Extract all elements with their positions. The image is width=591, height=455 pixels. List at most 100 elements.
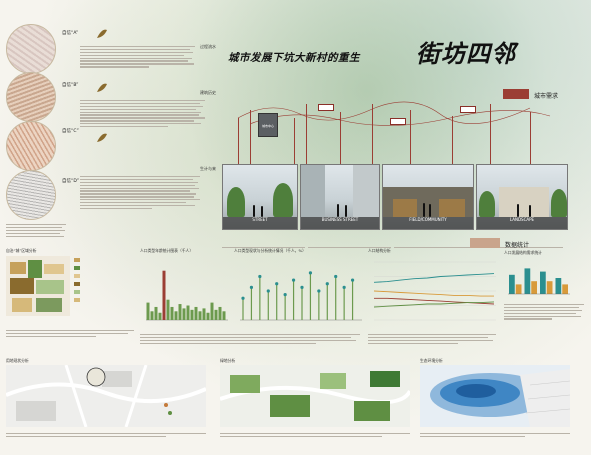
circle-map-c: [6, 121, 56, 171]
circle-map-b: [6, 72, 56, 122]
point: [308, 271, 313, 275]
map-land-use: [6, 365, 206, 427]
tag-a: 自信“A”: [62, 31, 79, 36]
map-ecology: [420, 365, 570, 427]
bar: [555, 278, 562, 294]
person: [345, 205, 347, 217]
leaf-ornament-icon: [97, 133, 107, 142]
connector-pin: [318, 104, 334, 111]
bar: [214, 309, 218, 320]
pavilion: [499, 187, 549, 217]
bar: [524, 268, 531, 294]
point: [258, 274, 262, 279]
point: [350, 278, 355, 282]
circle-map-a: [6, 24, 56, 74]
bar: [186, 305, 190, 320]
section-accent: [503, 89, 529, 99]
population-dot-chart: [240, 271, 362, 321]
leaf-ornament-icon: [97, 29, 107, 38]
bar: [198, 311, 202, 320]
small-bar-chart: [508, 268, 570, 295]
section-data-stats: 数据统计: [505, 242, 530, 249]
bar: [194, 306, 198, 320]
chart-title-land-use: 自治“城”区域分析: [6, 248, 37, 253]
tree: [273, 183, 293, 217]
tree: [551, 189, 567, 217]
connector-pin: [390, 118, 406, 125]
logo-title: 街坊四邻: [416, 39, 516, 68]
text-block-4: [6, 224, 66, 238]
bar: [562, 284, 568, 294]
bar: [222, 311, 226, 320]
bar: [182, 308, 186, 320]
land-use-legend: [74, 258, 80, 302]
side-note-3: 生计与来: [200, 166, 216, 171]
headline: 城市发展下坑大新村的重生: [228, 52, 360, 64]
bar: [218, 306, 222, 320]
map-title-1: 用地现状分析: [6, 358, 29, 363]
leaf-ornament-icon: [97, 83, 107, 92]
point: [275, 282, 279, 286]
photo-caption: BUSINESS STREET: [301, 217, 379, 229]
text-map-2: [220, 433, 410, 439]
person: [253, 205, 255, 217]
series-line: [373, 301, 495, 308]
point: [334, 274, 338, 279]
point: [283, 293, 287, 297]
bar: [531, 281, 537, 294]
series-line: [373, 273, 495, 283]
trend-line-chart: [373, 261, 496, 321]
photo-community: FIELD/COMMUNITY: [382, 164, 474, 230]
point: [241, 296, 245, 300]
chart-title-population: 人口类型年龄统计图表（千人）: [140, 248, 194, 253]
bar: [170, 306, 174, 320]
bar: [166, 299, 170, 320]
text-chart-4: [504, 304, 584, 321]
point: [249, 285, 254, 289]
chart-title-pop-2: 人口类型现状与分析统计情况（千人，%）: [234, 248, 306, 253]
bar: [158, 312, 162, 320]
bar: [178, 304, 182, 320]
bar: [146, 302, 150, 320]
bar: [150, 311, 154, 320]
building: [353, 165, 379, 217]
text-chart-3: [368, 334, 496, 346]
tag-d: 自信“D”: [62, 179, 80, 184]
person: [529, 205, 531, 217]
connector-curves: [237, 101, 551, 126]
shop-front: [439, 199, 465, 217]
bar: [162, 270, 166, 320]
chart-title-line: 人口结构分析: [368, 248, 391, 253]
point: [266, 289, 270, 293]
person: [337, 204, 339, 217]
bar: [202, 308, 206, 320]
bar: [509, 274, 515, 294]
tag-c: 自信“C”: [62, 129, 79, 134]
text-chart-1: [6, 330, 134, 339]
hub-label: 城市中心: [261, 124, 274, 128]
text-map-3: [420, 433, 570, 439]
text-map-1: [6, 433, 206, 439]
tag-b: 自信“B”: [62, 83, 79, 88]
photo-landscape: LANDSCAPE: [476, 164, 568, 230]
map-green-space: [220, 365, 410, 427]
photo-caption: STREET: [223, 217, 297, 229]
photo-street: STREET: [222, 164, 298, 230]
map-title-3: 生态环境分析: [420, 358, 443, 363]
series-line: [374, 297, 495, 305]
text-block-3: [80, 176, 200, 211]
circle-map-d: [6, 170, 56, 220]
chart-title-small: 人口发展结构需求统计: [504, 250, 542, 255]
text-chart-2: [140, 334, 360, 346]
land-use-chart: [6, 256, 70, 316]
tree: [479, 191, 495, 217]
person: [423, 203, 425, 217]
bar: [206, 312, 210, 320]
point: [291, 278, 296, 282]
bar: [210, 302, 214, 320]
point: [325, 282, 329, 286]
section-accent: [470, 238, 500, 248]
shop-front: [393, 199, 417, 217]
text-block-2: [80, 100, 205, 129]
person: [261, 206, 263, 217]
